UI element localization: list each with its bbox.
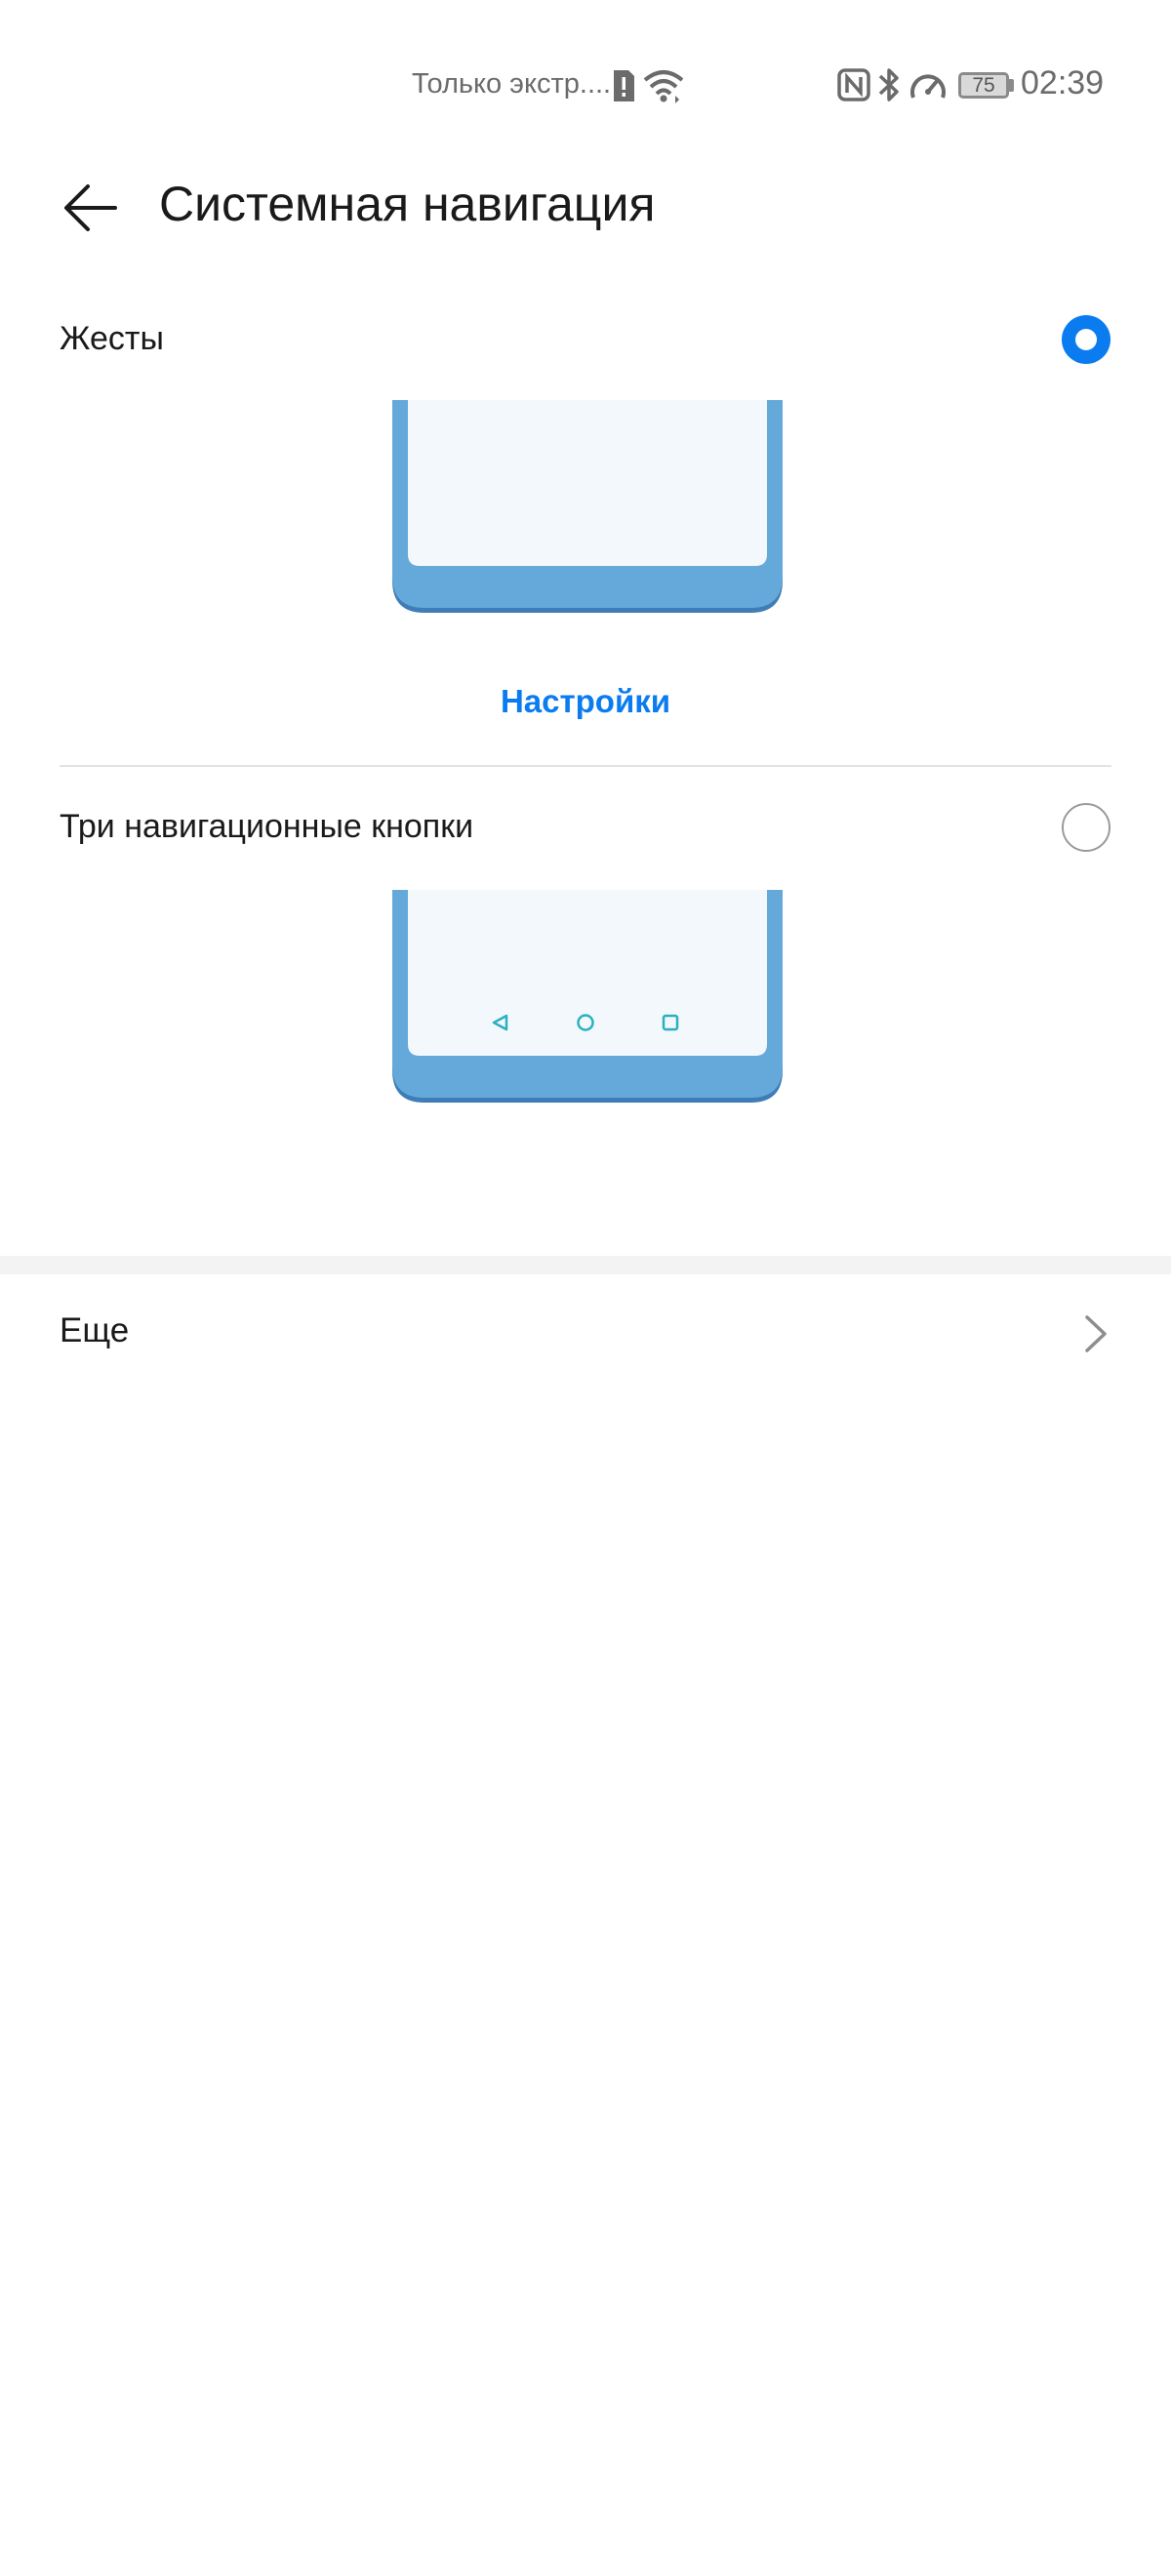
- battery-level: 75: [972, 74, 995, 97]
- option-label: Жесты: [60, 320, 164, 357]
- option-gestures[interactable]: Жесты: [0, 291, 1171, 388]
- page-title: Системная навигация: [159, 177, 656, 231]
- section-separator: [0, 1256, 1171, 1274]
- wifi-icon: [642, 66, 685, 108]
- clock: 02:39: [1021, 64, 1105, 101]
- gesture-settings-link[interactable]: Настройки: [0, 683, 1171, 720]
- status-bar: Только экстр.... 75 02:39: [0, 0, 1171, 172]
- back-button[interactable]: [57, 178, 123, 238]
- nfc-icon: [837, 68, 870, 106]
- gestures-phone-illustration: [392, 400, 783, 613]
- sim-alert-icon: [611, 68, 636, 108]
- carrier-label: Только экстр....: [412, 68, 612, 100]
- option-three-buttons[interactable]: Три навигационные кнопки: [0, 779, 1171, 876]
- more-item[interactable]: Еще: [0, 1288, 1171, 1380]
- three-buttons-phone-illustration: [392, 890, 783, 1103]
- arrow-left-icon: [64, 184, 117, 231]
- three-buttons-radio[interactable]: [1062, 803, 1110, 852]
- battery-icon: 75: [958, 72, 1009, 99]
- battery-tip: [1009, 79, 1014, 92]
- chevron-right-icon: [1085, 1315, 1107, 1352]
- speedometer-icon: [908, 68, 949, 108]
- bluetooth-icon: [877, 66, 901, 108]
- option-label: Три навигационные кнопки: [60, 808, 474, 845]
- divider: [60, 765, 1111, 767]
- more-label: Еще: [60, 1311, 130, 1349]
- gestures-radio[interactable]: [1062, 315, 1110, 364]
